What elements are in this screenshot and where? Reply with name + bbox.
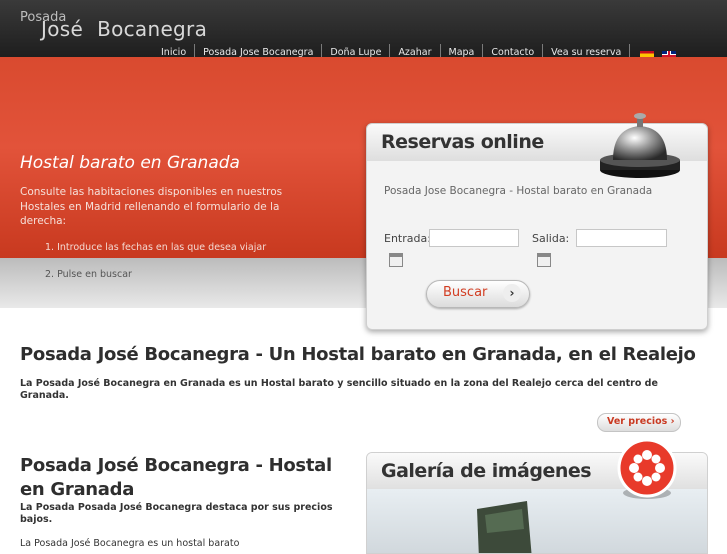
booking-title: Reservas online	[381, 131, 544, 153]
calendar-icon[interactable]	[537, 253, 551, 267]
entrada-label: Entrada:	[384, 232, 431, 245]
salida-label: Salida:	[532, 232, 570, 245]
search-button[interactable]: Buscar ›	[426, 280, 530, 308]
entrada-input[interactable]	[429, 229, 519, 247]
gallery-flower-icon[interactable]	[615, 438, 679, 502]
calendar-icon[interactable]	[389, 253, 403, 267]
hero-text: Consulte las habitaciones disponibles en…	[20, 186, 283, 227]
logo-last: Bocanegra	[97, 17, 208, 41]
section1-title: Posada José Bocanegra - Un Hostal barato…	[20, 344, 696, 365]
salida-input[interactable]	[576, 229, 667, 247]
section1-text: La Posada José Bocanegra en Granada es u…	[20, 378, 658, 401]
logo-first: José	[41, 17, 84, 41]
bell-icon	[600, 113, 680, 178]
section2-text-2: La Posada José Bocanegra es un hostal ba…	[20, 538, 240, 549]
hero-step-1: 1. Introduce las fechas en las que desea…	[45, 242, 267, 253]
ver-precios-label: Ver precios ›	[607, 416, 675, 427]
search-button-label: Buscar	[443, 285, 488, 300]
chevron-right-icon: ›	[503, 284, 521, 302]
ver-precios-button[interactable]: Ver precios ›	[597, 413, 681, 432]
booking-description: Posada Jose Bocanegra - Hostal barato en…	[384, 185, 653, 197]
section2-text: La Posada Posada José Bocanegra destaca …	[20, 502, 333, 525]
logo[interactable]: José Bocanegra	[41, 17, 207, 41]
hero-step-2: 2. Pulse en buscar	[45, 269, 132, 280]
gallery-title: Galería de imágenes	[381, 460, 592, 482]
section2-title: Posada José Bocanegra - Hostal en Granad…	[20, 455, 332, 500]
hero-title: Hostal barato en Granada	[20, 153, 240, 173]
site-header: Posada José Bocanegra Inicio Posada Jose …	[0, 0, 727, 68]
